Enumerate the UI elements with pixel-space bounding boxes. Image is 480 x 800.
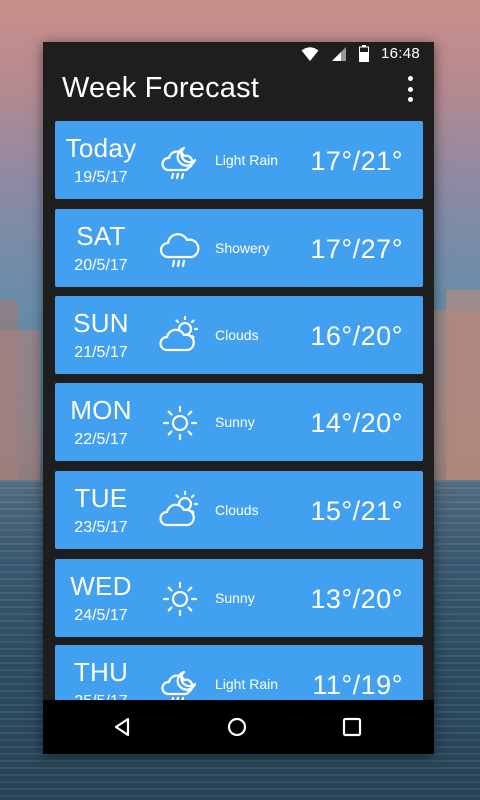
app-window: 16:48 Week Forecast Today 19/5/17 Light … <box>43 42 434 754</box>
night-rain-icon <box>158 663 202 701</box>
forecast-temperature: 15°/21° <box>310 496 403 526</box>
forecast-condition: Light Rain <box>215 152 279 168</box>
forecast-date: 20/5/17 <box>74 257 128 274</box>
forecast-day: Today <box>65 133 137 163</box>
forecast-day: MON <box>70 395 132 425</box>
forecast-condition: Showery <box>215 240 270 256</box>
background-building <box>0 330 40 480</box>
forecast-condition: Clouds <box>215 502 259 518</box>
background-building <box>446 290 480 480</box>
forecast-temperature: 11°/19° <box>312 670 403 700</box>
overflow-dot <box>407 76 413 81</box>
overflow-menu-icon[interactable] <box>402 76 418 102</box>
background-building <box>432 310 480 480</box>
status-bar: 16:48 <box>43 42 434 66</box>
forecast-card-tue[interactable]: TUE 23/5/17 Clouds 15°/21° <box>55 471 423 549</box>
background-building <box>0 300 18 480</box>
forecast-temperature: 17°/27° <box>310 234 403 264</box>
wifi-icon <box>301 46 319 62</box>
partly-cloudy-icon <box>158 314 202 358</box>
forecast-temperature: 17°/21° <box>310 146 403 176</box>
forecast-day: TUE <box>74 483 128 513</box>
forecast-day: SAT <box>76 221 126 251</box>
forecast-temperature: 14°/20° <box>310 408 403 438</box>
sun-icon <box>158 577 202 621</box>
navigation-bar <box>43 700 434 754</box>
signal-icon <box>331 46 347 62</box>
partly-cloudy-icon <box>158 489 202 533</box>
forecast-condition: Light Rain <box>215 676 279 692</box>
home-icon[interactable] <box>225 715 249 739</box>
forecast-date: 24/5/17 <box>74 607 128 624</box>
forecast-card-mon[interactable]: MON 22/5/17 Sunny 14°/20° <box>55 383 423 461</box>
forecast-day: THU <box>73 657 129 687</box>
forecast-card-sat[interactable]: SAT 20/5/17 Showery 17°/27° <box>55 209 423 287</box>
rain-cloud-icon <box>158 227 202 271</box>
forecast-day: SUN <box>73 308 129 338</box>
overflow-dot <box>407 97 413 102</box>
forecast-card-thu[interactable]: THU 25/5/17 Light Rain 11°/19° <box>55 645 423 701</box>
forecast-temperature: 16°/20° <box>310 321 403 351</box>
forecast-date: 23/5/17 <box>74 519 128 536</box>
forecast-card-today[interactable]: Today 19/5/17 Light Rain 17°/21° <box>55 121 423 199</box>
forecast-temperature: 13°/20° <box>310 584 403 614</box>
sun-icon <box>158 401 202 445</box>
back-icon[interactable] <box>111 715 135 739</box>
forecast-card-wed[interactable]: WED 24/5/17 Sunny 13°/20° <box>55 559 423 637</box>
forecast-date: 21/5/17 <box>74 344 128 361</box>
overflow-dot <box>407 86 413 92</box>
forecast-condition: Clouds <box>215 327 259 343</box>
status-clock: 16:48 <box>380 45 420 62</box>
forecast-date: 22/5/17 <box>74 431 128 448</box>
page-title: Week Forecast <box>62 72 260 104</box>
recents-icon[interactable] <box>340 715 364 739</box>
night-rain-icon <box>158 139 202 183</box>
forecast-list[interactable]: Today 19/5/17 Light Rain 17°/21° SAT 20/… <box>43 121 434 701</box>
forecast-card-sun[interactable]: SUN 21/5/17 Clouds 16°/20° <box>55 296 423 374</box>
forecast-day: WED <box>70 571 132 601</box>
forecast-condition: Sunny <box>215 414 255 430</box>
forecast-condition: Sunny <box>215 590 255 606</box>
forecast-date: 19/5/17 <box>74 169 128 186</box>
battery-icon <box>358 45 369 62</box>
